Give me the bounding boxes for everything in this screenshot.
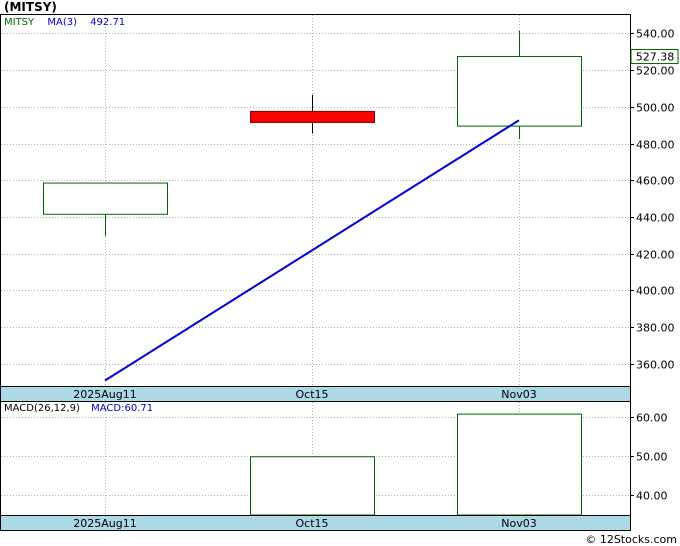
price-y-tick-label: 540.00 bbox=[636, 28, 675, 41]
candle-body bbox=[250, 110, 375, 123]
candles bbox=[43, 30, 582, 237]
price-y-tick-label: 400.00 bbox=[636, 285, 675, 298]
macd-x-tick-label: Oct15 bbox=[295, 517, 328, 530]
candle-body bbox=[43, 182, 168, 215]
macd-y-tick-label: 60.00 bbox=[636, 412, 668, 425]
price-x-tick-label: Nov03 bbox=[501, 388, 536, 401]
price-y-tick-label: 500.00 bbox=[636, 102, 675, 115]
price-y-axis: 360.00 380.00 400.00 420.00 440.00 460.00 480.… bbox=[630, 28, 675, 372]
macd-bars bbox=[250, 413, 582, 516]
macd-y-tick-label: 50.00 bbox=[636, 451, 668, 464]
price-legend: MITSY MA(3) 492.71 bbox=[4, 17, 125, 28]
macd-legend-value: MACD:60.71 bbox=[91, 403, 153, 414]
macd-x-tick-label: 2025Aug11 bbox=[73, 517, 136, 530]
price-x-tick-label: Oct15 bbox=[295, 388, 328, 401]
macd-y-tick-label: 40.00 bbox=[636, 490, 668, 503]
candle-body bbox=[457, 56, 582, 127]
price-y-tick-label: 520.00 bbox=[636, 65, 675, 78]
legend-ma-label: MA(3) bbox=[47, 17, 77, 28]
last-price-label: 527.38 bbox=[636, 51, 675, 64]
site-credit: © 12Stocks.com bbox=[585, 533, 677, 546]
price-y-tick-label: 360.00 bbox=[636, 359, 675, 372]
price-y-tick-label: 440.00 bbox=[636, 212, 675, 225]
price-y-tick-label: 380.00 bbox=[636, 322, 675, 335]
macd-bar bbox=[457, 413, 582, 516]
legend-symbol: MITSY bbox=[4, 17, 35, 28]
stock-chart: (MITSY) 360.00 380.00 400.00 420.00 440.00 46… bbox=[0, 0, 679, 546]
macd-x-tick-label: Nov03 bbox=[501, 517, 536, 530]
chart-title: (MITSY) bbox=[4, 0, 57, 14]
macd-y-axis: 40.00 50.00 60.00 bbox=[630, 412, 668, 503]
macd-bar bbox=[250, 456, 375, 516]
legend-ma-value: 492.71 bbox=[90, 17, 125, 28]
macd-legend: MACD(26,12,9) MACD:60.71 bbox=[4, 403, 153, 414]
chart-stage: (MITSY) 360.00 380.00 400.00 420.00 440.00 46… bbox=[0, 0, 680, 546]
price-x-tick-label: 2025Aug11 bbox=[73, 388, 136, 401]
price-y-tick-label: 420.00 bbox=[636, 249, 675, 262]
macd-legend-label: MACD(26,12,9) bbox=[4, 403, 80, 414]
price-y-tick-label: 480.00 bbox=[636, 139, 675, 152]
price-y-tick-label: 460.00 bbox=[636, 175, 675, 188]
